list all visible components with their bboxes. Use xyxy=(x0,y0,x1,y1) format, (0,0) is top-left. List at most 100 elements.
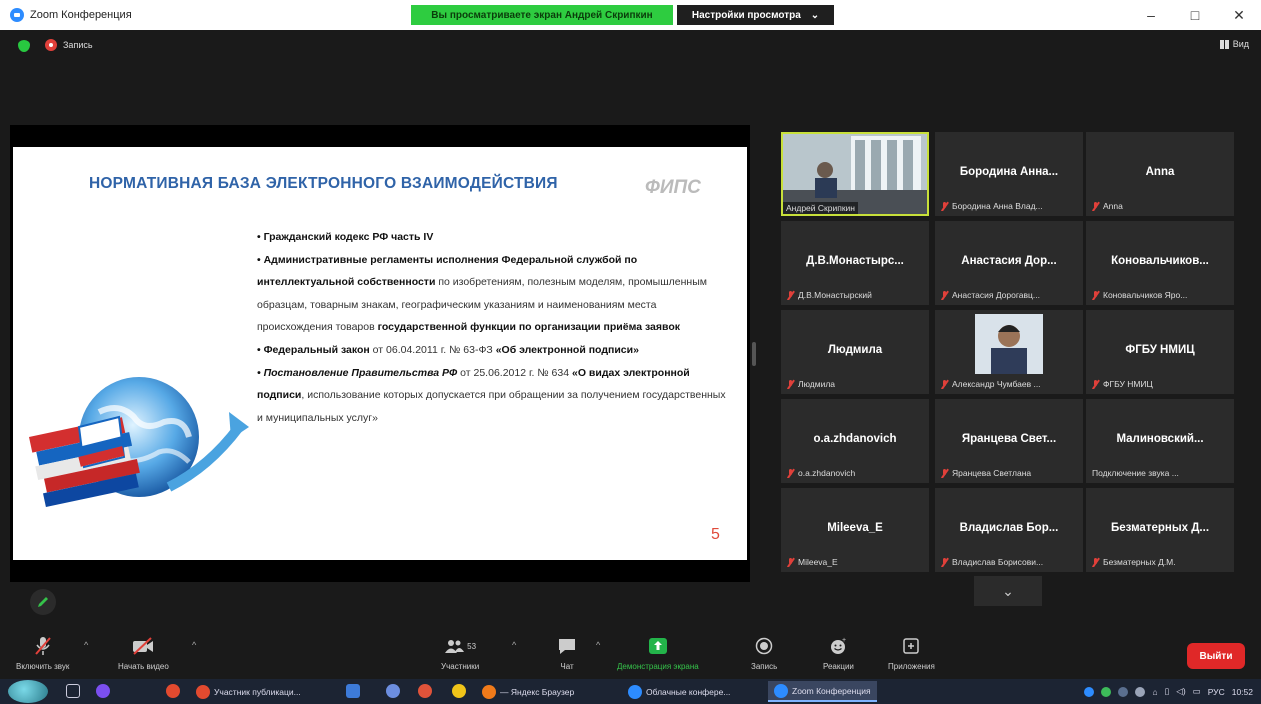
app-pinned-icon[interactable] xyxy=(452,684,466,698)
zoom-icon xyxy=(628,684,642,699)
share-screen-button[interactable]: Демонстрация экрана xyxy=(617,634,699,671)
unmute-button[interactable]: Включить звук xyxy=(16,634,69,671)
participant-tile[interactable]: o.a.zhdanovich o.a.zhdanovich xyxy=(781,399,929,483)
annotate-button[interactable] xyxy=(30,589,56,615)
mic-muted-icon xyxy=(787,557,794,567)
clock[interactable]: 10:52 xyxy=(1232,687,1253,697)
mic-muted-icon xyxy=(941,468,948,478)
app-pinned-icon[interactable] xyxy=(386,684,400,698)
app-pinned-icon[interactable] xyxy=(418,684,432,698)
network-icon[interactable]: ⌂ xyxy=(1152,687,1157,697)
window-titlebar: Zoom Конференция Вы просматриваете экран… xyxy=(0,0,1261,30)
app-pinned-icon[interactable] xyxy=(346,684,360,698)
tray-icon[interactable] xyxy=(1135,686,1146,697)
participant-tile[interactable]: Коновальчиков... Коновальчиков Яро... xyxy=(1086,221,1234,305)
app-pinned-icon[interactable] xyxy=(96,684,110,698)
split-view-handle[interactable] xyxy=(752,342,756,366)
participant-tile[interactable]: Яранцева Свет... Яранцева Светлана xyxy=(935,399,1083,483)
taskbar-app-label: Участник публикаци... xyxy=(214,686,301,697)
participant-label: Андрей Скрипкин xyxy=(783,202,858,214)
participants-options-caret[interactable]: ^ xyxy=(512,640,516,650)
participant-label: Д.В.Монастырский xyxy=(787,290,925,300)
participant-tile[interactable]: Андрей Скрипкин xyxy=(781,132,929,216)
window-title: Zoom Конференция xyxy=(30,9,132,21)
meeting-toolbar: Включить звук ^ Начать видео ^ 53 Участн… xyxy=(0,630,1261,678)
volume-icon[interactable]: ◁) xyxy=(1176,686,1185,697)
slide-bullet-3: • Федеральный закон от 06.04.2011 г. № 6… xyxy=(257,343,639,356)
start-video-button[interactable]: Начать видео xyxy=(118,634,169,671)
tray-icon[interactable] xyxy=(1101,686,1112,697)
svg-text:+: + xyxy=(842,637,846,644)
start-button[interactable] xyxy=(8,680,48,703)
record-label: Запись xyxy=(751,662,778,671)
participant-name: Яранцева Свет... xyxy=(961,433,1057,445)
participant-tile[interactable]: Александр Чумбаев ... xyxy=(935,310,1083,394)
share-screen-label: Демонстрация экрана xyxy=(617,662,699,671)
battery-icon[interactable]: ▯ xyxy=(1165,686,1170,697)
participant-tile[interactable]: ФГБУ НМИЦ ФГБУ НМИЦ xyxy=(1086,310,1234,394)
view-options-button[interactable]: Настройки просмотра ⌄ xyxy=(677,5,834,25)
video-options-caret[interactable]: ^ xyxy=(192,640,196,650)
participants-button[interactable]: 53 Участники xyxy=(441,634,479,671)
security-shield-icon[interactable] xyxy=(18,40,30,52)
zoom-icon xyxy=(774,683,788,698)
recording-indicator[interactable]: Запись xyxy=(45,39,93,51)
slide-bullet-4: • Постановление Правительства РФ от 25.0… xyxy=(257,366,726,424)
participant-tile[interactable]: Владислав Бор... Владислав Борисови... xyxy=(935,488,1083,572)
participants-count: 53 xyxy=(467,641,477,651)
chat-button[interactable]: Чат xyxy=(557,634,577,671)
task-view-icon[interactable] xyxy=(66,684,80,698)
maximize-button[interactable]: □ xyxy=(1173,0,1217,30)
participant-label: ФГБУ НМИЦ xyxy=(1092,379,1230,389)
share-screen-icon xyxy=(648,638,667,654)
participant-tile[interactable]: Людмила Людмила xyxy=(781,310,929,394)
participant-display-name: Mileeva_E xyxy=(798,557,838,567)
mic-muted-icon xyxy=(941,557,948,567)
taskbar-app-publication[interactable]: Участник публикаци... xyxy=(190,681,307,702)
participant-name: Людмила xyxy=(827,344,883,356)
apps-button[interactable]: Приложения xyxy=(888,634,935,671)
mic-muted-icon xyxy=(787,468,794,478)
participant-tile[interactable]: Anna Anna xyxy=(1086,132,1234,216)
mic-muted-icon xyxy=(1092,557,1099,567)
audio-options-caret[interactable]: ^ xyxy=(84,640,88,650)
start-video-label: Начать видео xyxy=(118,662,169,671)
participant-tile[interactable]: Mileeva_E Mileeva_E xyxy=(781,488,929,572)
record-dot-icon xyxy=(45,39,57,51)
taskbar-app-zoom[interactable]: Zoom Конференция xyxy=(768,681,877,702)
participant-name: Анастасия Дор... xyxy=(961,255,1057,267)
view-button[interactable]: Вид xyxy=(1219,39,1249,49)
close-button[interactable]: ✕ xyxy=(1217,0,1261,30)
chevron-down-icon: ⌄ xyxy=(810,9,820,21)
participants-icon xyxy=(445,640,465,653)
participant-tile[interactable]: Анастасия Дор... Анастасия Дорогавц... xyxy=(935,221,1083,305)
participant-display-name: Александр Чумбаев ... xyxy=(952,379,1041,389)
participant-tile[interactable]: Бородина Анна... Бородина Анна Влад... xyxy=(935,132,1083,216)
tray-icon[interactable] xyxy=(1118,686,1129,697)
participant-tile[interactable]: Малиновский... Подключение звука ... xyxy=(1086,399,1234,483)
video-off-icon xyxy=(133,637,154,655)
zoom-tray-icon[interactable] xyxy=(1084,686,1095,697)
system-tray: ⌂ ▯ ◁) ▭ РУС 10:52 xyxy=(1084,679,1253,704)
yandex-browser-icon[interactable] xyxy=(166,684,180,698)
shared-screen: НОРМАТИВНАЯ БАЗА ЭЛЕКТРОННОГО ВЗАИМОДЕЙС… xyxy=(10,125,750,582)
participant-name: Mileeva_E xyxy=(827,522,883,534)
taskbar-app-label: Облачные конфере... xyxy=(646,686,731,697)
minimize-button[interactable]: – xyxy=(1129,0,1173,30)
record-button[interactable]: Запись xyxy=(751,634,777,671)
language-indicator[interactable]: РУС xyxy=(1208,687,1225,697)
taskbar-app-label: Zoom Конференция xyxy=(792,685,871,696)
participant-tile[interactable]: Д.В.Монастырс... Д.В.Монастырский xyxy=(781,221,929,305)
taskbar-app-cloud[interactable]: Облачные конфере... xyxy=(622,681,736,702)
notification-icon[interactable]: ▭ xyxy=(1193,686,1201,697)
participant-name: ФГБУ НМИЦ xyxy=(1125,344,1195,356)
participant-display-name: Anna xyxy=(1103,201,1123,211)
chevron-down-icon: ⌄ xyxy=(1002,582,1014,599)
gallery-scroll-down-button[interactable]: ⌄ xyxy=(974,576,1042,606)
participant-display-name: Яранцева Светлана xyxy=(952,468,1032,478)
participant-tile[interactable]: Безматерных Д... Безматерных Д.М. xyxy=(1086,488,1234,572)
reactions-button[interactable]: + Реакции xyxy=(823,634,854,671)
leave-meeting-button[interactable]: Выйти xyxy=(1187,643,1245,669)
taskbar-app-yandex[interactable]: — Яндекс Браузер xyxy=(476,681,580,702)
chat-options-caret[interactable]: ^ xyxy=(596,640,600,650)
